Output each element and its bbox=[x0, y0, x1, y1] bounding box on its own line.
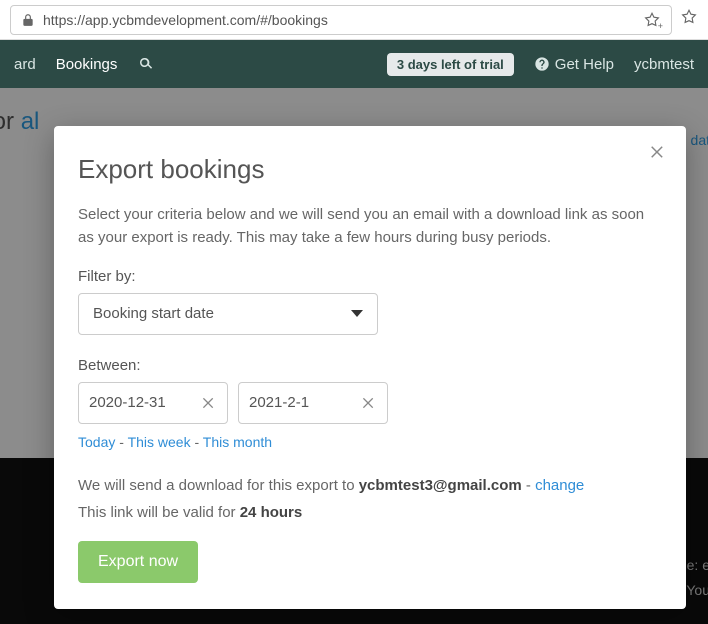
filter-label: Filter by: bbox=[78, 268, 662, 285]
search-icon[interactable] bbox=[137, 55, 155, 73]
plus-icon: + bbox=[658, 21, 663, 31]
help-icon bbox=[534, 56, 550, 72]
quick-week[interactable]: This week bbox=[128, 434, 191, 450]
lock-icon bbox=[21, 13, 35, 27]
change-email-link[interactable]: change bbox=[535, 477, 584, 494]
url-text: https://app.ycbmdevelopment.com/#/bookin… bbox=[43, 12, 635, 28]
url-field[interactable]: https://app.ycbmdevelopment.com/#/bookin… bbox=[10, 5, 672, 35]
clear-end-icon[interactable] bbox=[361, 395, 377, 411]
chevron-down-icon bbox=[351, 310, 363, 317]
modal-title: Export bookings bbox=[78, 154, 662, 185]
date-end-input[interactable] bbox=[249, 394, 361, 411]
quick-date-links: Today - This week - This month bbox=[78, 434, 662, 450]
filter-select[interactable]: Booking start date bbox=[78, 293, 378, 335]
between-label: Between: bbox=[78, 357, 662, 374]
export-bookings-modal: Export bookings Select your criteria bel… bbox=[54, 126, 686, 609]
date-end-field[interactable] bbox=[238, 382, 388, 424]
user-menu[interactable]: ycbmtest bbox=[634, 56, 694, 73]
quick-month[interactable]: This month bbox=[203, 434, 272, 450]
filter-selected-value: Booking start date bbox=[93, 305, 214, 322]
favorite-alt-button[interactable] bbox=[680, 8, 698, 31]
email-destination-line: We will send a download for this export … bbox=[78, 474, 662, 498]
date-start-field[interactable] bbox=[78, 382, 228, 424]
browser-bar: https://app.ycbmdevelopment.com/#/bookin… bbox=[0, 0, 708, 40]
date-start-input[interactable] bbox=[89, 394, 201, 411]
nav-bookings[interactable]: Bookings bbox=[56, 56, 118, 73]
close-icon bbox=[649, 143, 667, 161]
app-header: ard Bookings 3 days left of trial Get He… bbox=[0, 40, 708, 88]
export-now-button[interactable]: Export now bbox=[78, 541, 198, 583]
favorite-button[interactable]: + bbox=[643, 11, 661, 29]
get-help-label: Get Help bbox=[555, 56, 614, 73]
trial-badge[interactable]: 3 days left of trial bbox=[387, 53, 514, 76]
quick-today[interactable]: Today bbox=[78, 434, 115, 450]
link-validity-line: This link will be valid for 24 hours bbox=[78, 504, 662, 521]
close-button[interactable] bbox=[646, 140, 670, 164]
modal-intro: Select your criteria below and we will s… bbox=[78, 203, 662, 250]
nav-dashboard[interactable]: ard bbox=[14, 56, 36, 73]
get-help-button[interactable]: Get Help bbox=[534, 56, 614, 73]
star-outline-icon bbox=[680, 8, 698, 26]
clear-start-icon[interactable] bbox=[201, 395, 217, 411]
export-email: ycbmtest3@gmail.com bbox=[359, 477, 522, 494]
